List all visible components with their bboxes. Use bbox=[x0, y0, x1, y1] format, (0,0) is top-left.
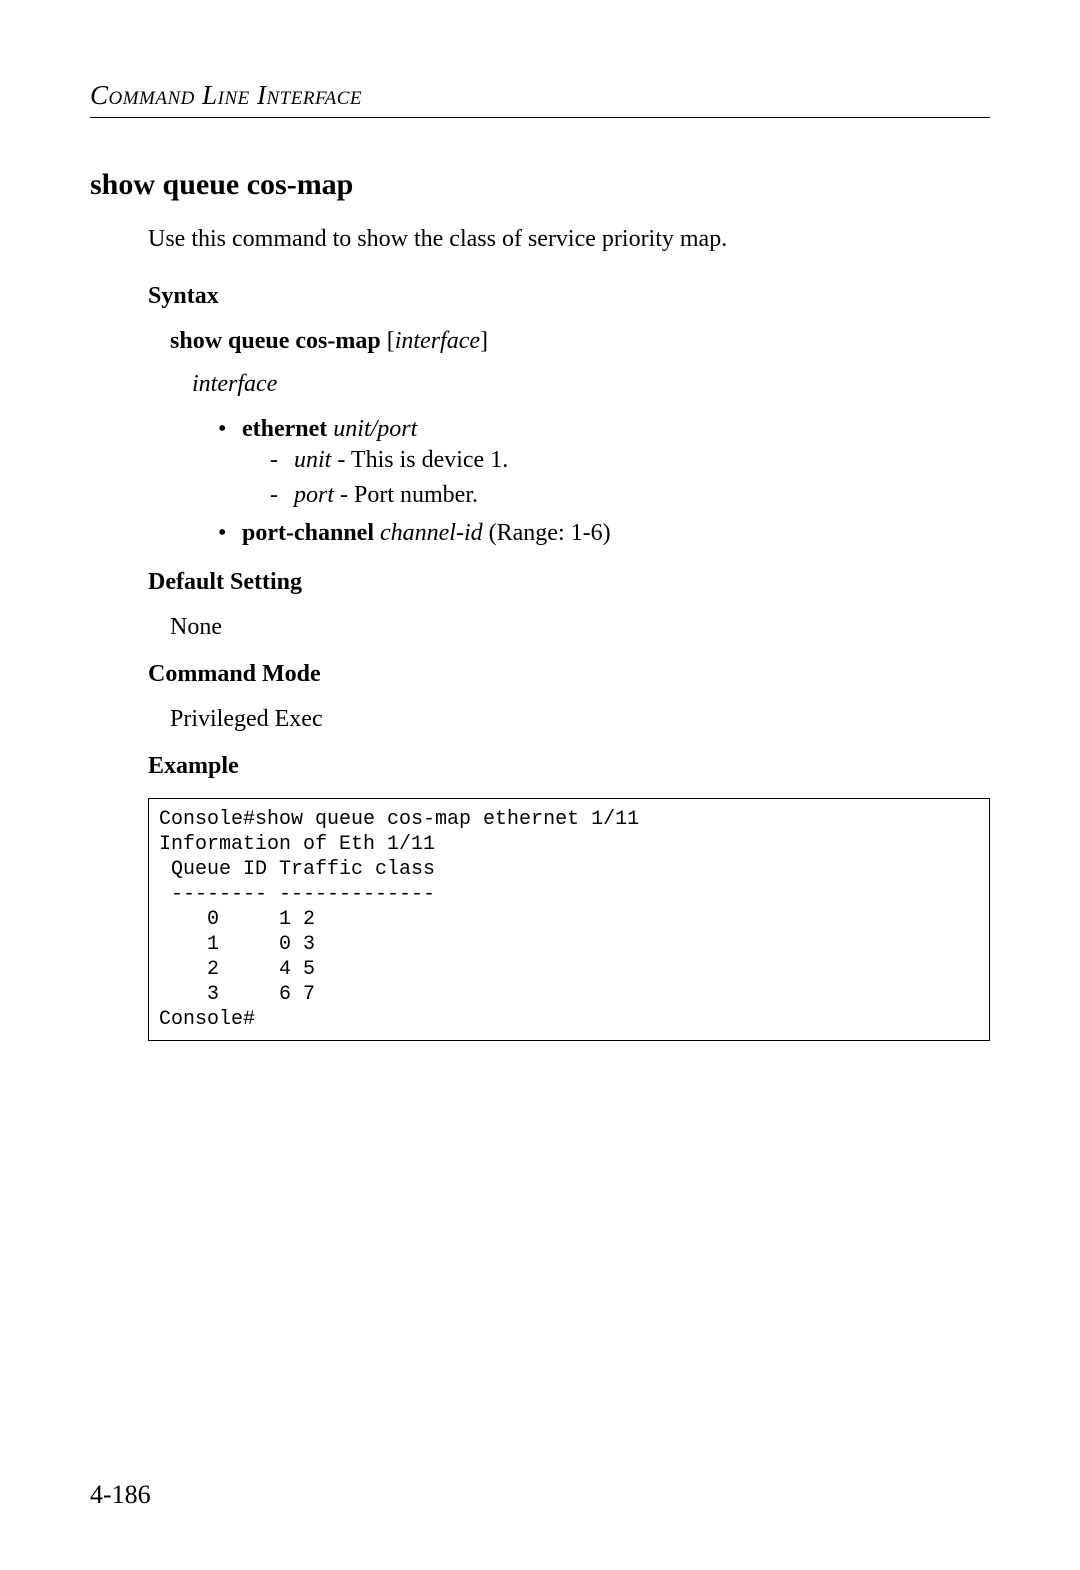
syntax-bracket-open: [ bbox=[381, 328, 395, 354]
syntax-bullet-list: ethernet unit/port unit - This is device… bbox=[218, 414, 990, 549]
default-setting-value: None bbox=[170, 614, 990, 641]
syntax-item-portchannel: port-channel channel-id (Range: 1-6) bbox=[218, 518, 990, 549]
syntax-command-italic: interface bbox=[395, 328, 480, 354]
unit-italic: unit bbox=[294, 447, 331, 473]
syntax-command-bold: show queue cos-map bbox=[170, 328, 381, 354]
page-number: 4-186 bbox=[90, 1480, 151, 1510]
unit-item: unit - This is device 1. bbox=[270, 445, 990, 476]
unit-desc: - This is device 1. bbox=[331, 447, 508, 473]
portchannel-bold: port-channel bbox=[242, 520, 374, 546]
example-box: Console#show queue cos-map ethernet 1/11… bbox=[148, 798, 990, 1041]
command-mode-value: Privileged Exec bbox=[170, 706, 990, 733]
command-intro: Use this command to show the class of se… bbox=[148, 226, 990, 253]
syntax-item-ethernet: ethernet unit/port unit - This is device… bbox=[218, 414, 990, 512]
portchannel-desc: (Range: 1-6) bbox=[483, 520, 611, 546]
ethernet-sublist: unit - This is device 1. port - Port num… bbox=[270, 445, 990, 511]
port-desc: - Port number. bbox=[334, 482, 478, 508]
port-italic: port bbox=[294, 482, 334, 508]
syntax-line: show queue cos-map [interface] bbox=[170, 328, 990, 355]
port-item: port - Port number. bbox=[270, 480, 990, 511]
portchannel-italic: channel-id bbox=[374, 520, 483, 546]
ethernet-bold: ethernet bbox=[242, 416, 327, 442]
default-setting-label: Default Setting bbox=[148, 569, 990, 596]
ethernet-italic: unit/port bbox=[327, 416, 417, 442]
param-interface: interface bbox=[192, 371, 990, 398]
syntax-bracket-close: ] bbox=[480, 328, 488, 354]
command-mode-label: Command Mode bbox=[148, 661, 990, 688]
command-heading: show queue cos-map bbox=[90, 168, 990, 202]
example-label: Example bbox=[148, 753, 990, 780]
syntax-label: Syntax bbox=[148, 283, 990, 310]
header-title: Command Line Interface bbox=[90, 80, 990, 118]
